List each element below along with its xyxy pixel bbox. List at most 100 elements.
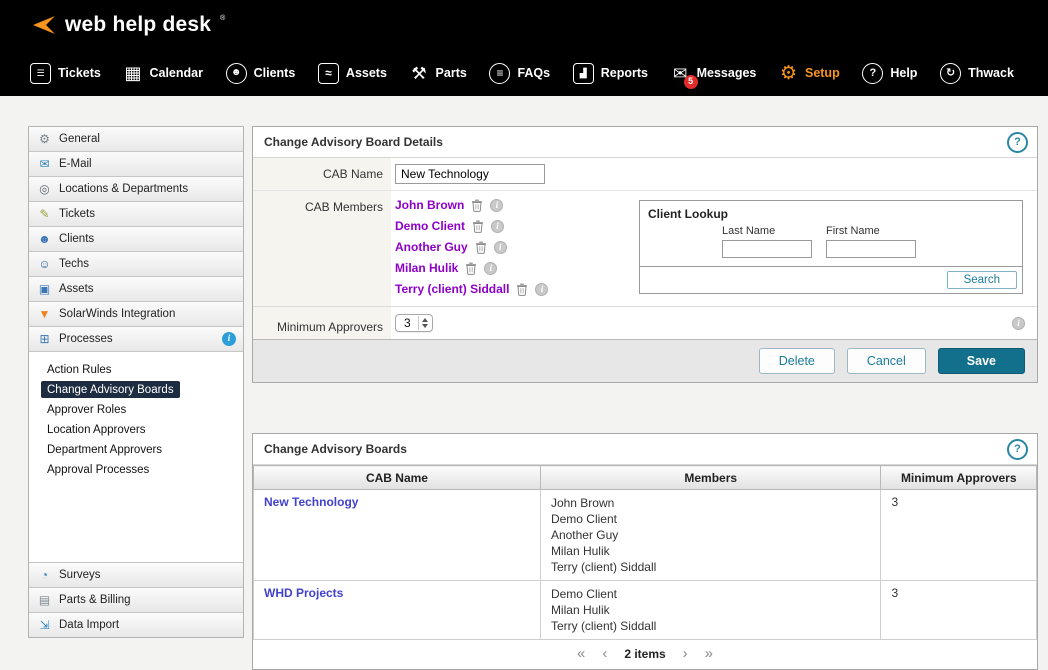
sidebar-item-email[interactable]: E-Mail (29, 152, 243, 177)
client-lookup-box: Client Lookup Last Name First Name (639, 200, 1023, 294)
nav-label: Parts (436, 66, 467, 80)
min-approvers-label: Minimum Approvers (253, 307, 391, 339)
table-row: WHD Projects Demo Client Milan Hulik Ter… (254, 581, 1037, 640)
cab-member-link[interactable]: John Brown (395, 198, 464, 212)
cancel-button[interactable]: Cancel (847, 348, 926, 374)
cab-members-label: CAB Members (253, 191, 391, 306)
cab-name-link[interactable]: New Technology (264, 495, 358, 509)
sidebar-subitem-approver-roles[interactable]: Approver Roles (41, 401, 132, 418)
cab-member-link[interactable]: Demo Client (395, 219, 465, 233)
delete-button[interactable]: Delete (759, 348, 835, 374)
first-name-input[interactable] (826, 240, 916, 258)
sidebar-item-solarwinds-integration[interactable]: SolarWinds Integration (29, 302, 243, 327)
search-button[interactable]: Search (947, 271, 1017, 289)
logo[interactable]: web help desk ® (0, 0, 1048, 50)
pagination: « ‹ 2 items › » (253, 640, 1037, 669)
nav-messages[interactable]: 5 Messages (671, 64, 757, 83)
sidebar-item-techs[interactable]: Techs (29, 252, 243, 277)
nav-calendar[interactable]: Calendar (123, 64, 203, 83)
min-approvers-stepper[interactable]: 3 (395, 314, 433, 332)
unread-count-badge: 5 (684, 75, 698, 89)
trash-icon[interactable] (516, 283, 528, 296)
gear-icon (779, 64, 798, 83)
client-lookup-title: Client Lookup (640, 201, 1022, 225)
first-name-label: First Name (826, 225, 916, 237)
cab-member-link[interactable]: Another Guy (395, 240, 468, 254)
nav-thwack[interactable]: Thwack (940, 63, 1014, 84)
sidebar-item-label: SolarWinds Integration (59, 308, 175, 320)
trash-icon[interactable] (475, 241, 487, 254)
last-page-button[interactable]: » (705, 646, 713, 661)
sidebar-item-assets[interactable]: Assets (29, 277, 243, 302)
item-count: 2 items (624, 647, 665, 661)
column-header-min-approvers: Minimum Approvers (881, 466, 1037, 490)
bar-chart-icon (573, 63, 594, 84)
sidebar-item-label: Clients (59, 233, 94, 245)
cab-name-label: CAB Name (253, 158, 391, 190)
question-icon (862, 63, 883, 84)
first-page-button[interactable]: « (577, 646, 585, 661)
sidebar-subitem-action-rules[interactable]: Action Rules (41, 361, 118, 378)
sidebar-item-surveys[interactable]: Surveys (29, 562, 243, 587)
members-cell: John Brown Demo Client Another Guy Milan… (540, 490, 881, 581)
sidebar-subitem-change-advisory-boards[interactable]: Change Advisory Boards (41, 381, 180, 398)
next-page-button[interactable]: › (683, 646, 688, 661)
prev-page-button[interactable]: ‹ (602, 646, 607, 661)
nav-setup[interactable]: Setup (779, 64, 840, 83)
last-name-input[interactable] (722, 240, 812, 258)
info-icon (1012, 317, 1025, 330)
nav-faqs[interactable]: FAQs (489, 63, 550, 84)
sidebar-item-data-import[interactable]: Data Import (29, 612, 243, 637)
envelope-icon (36, 157, 53, 171)
min-approvers-value: 3 (404, 316, 411, 330)
solarwinds-arrow-icon (30, 14, 56, 36)
cab-member-link[interactable]: Terry (client) Siddall (395, 282, 509, 296)
sidebar-item-locations-departments[interactable]: Locations & Departments (29, 177, 243, 202)
cab-member-link[interactable]: Milan Hulik (395, 261, 458, 275)
calendar-icon (123, 64, 142, 83)
cab-name-input[interactable] (395, 164, 545, 184)
sidebar-item-label: Processes (59, 333, 113, 345)
trash-icon[interactable] (465, 262, 477, 275)
cab-list-panel: Change Advisory Boards CAB Name Members … (252, 433, 1038, 670)
nav-tickets[interactable]: Tickets (30, 63, 101, 84)
sidebar-item-processes[interactable]: Processes (29, 327, 243, 352)
faqs-icon (489, 63, 510, 84)
logo-text: web help desk (65, 13, 211, 37)
cab-name-link[interactable]: WHD Projects (264, 586, 343, 600)
sidebar-item-tickets[interactable]: Tickets (29, 202, 243, 227)
cab-name-row: CAB Name (253, 158, 1037, 191)
flowchart-icon (36, 332, 53, 346)
trash-icon[interactable] (471, 199, 483, 212)
nav-label: Assets (346, 66, 387, 80)
nav-assets[interactable]: Assets (318, 63, 387, 84)
cab-member-row: John Brown (395, 198, 548, 212)
sidebar-item-clients[interactable]: Clients (29, 227, 243, 252)
ticket-icon (36, 207, 53, 221)
sidebar-subitem-department-approvers[interactable]: Department Approvers (41, 441, 168, 458)
sidebar-item-parts-billing[interactable]: Parts & Billing (29, 587, 243, 612)
nav-label: FAQs (517, 66, 550, 80)
info-icon (484, 262, 497, 275)
nav-help[interactable]: Help (862, 63, 917, 84)
nav-label: Setup (805, 66, 840, 80)
help-icon[interactable] (1007, 132, 1028, 153)
help-icon[interactable] (1007, 439, 1028, 460)
nav-parts[interactable]: Parts (410, 64, 467, 83)
save-button[interactable]: Save (938, 348, 1025, 374)
panel-header: Change Advisory Board Details (253, 127, 1037, 158)
assets-icon (318, 63, 339, 84)
trash-icon[interactable] (472, 220, 484, 233)
info-icon[interactable] (222, 332, 236, 346)
table-row: New Technology John Brown Demo Client An… (254, 490, 1037, 581)
top-bar: web help desk ® Tickets Calendar Clients… (0, 0, 1048, 96)
sidebar-item-general[interactable]: General (29, 127, 243, 152)
sidebar-subitem-location-approvers[interactable]: Location Approvers (41, 421, 151, 438)
info-icon (535, 283, 548, 296)
setup-sidebar: General E-Mail Locations & Departments T… (28, 126, 244, 638)
sidebar-subitem-approval-processes[interactable]: Approval Processes (41, 461, 155, 478)
nav-clients[interactable]: Clients (226, 63, 296, 84)
form-actions: Delete Cancel Save (253, 339, 1037, 382)
nav-reports[interactable]: Reports (573, 63, 648, 84)
stepper-arrows-icon[interactable] (418, 316, 431, 330)
